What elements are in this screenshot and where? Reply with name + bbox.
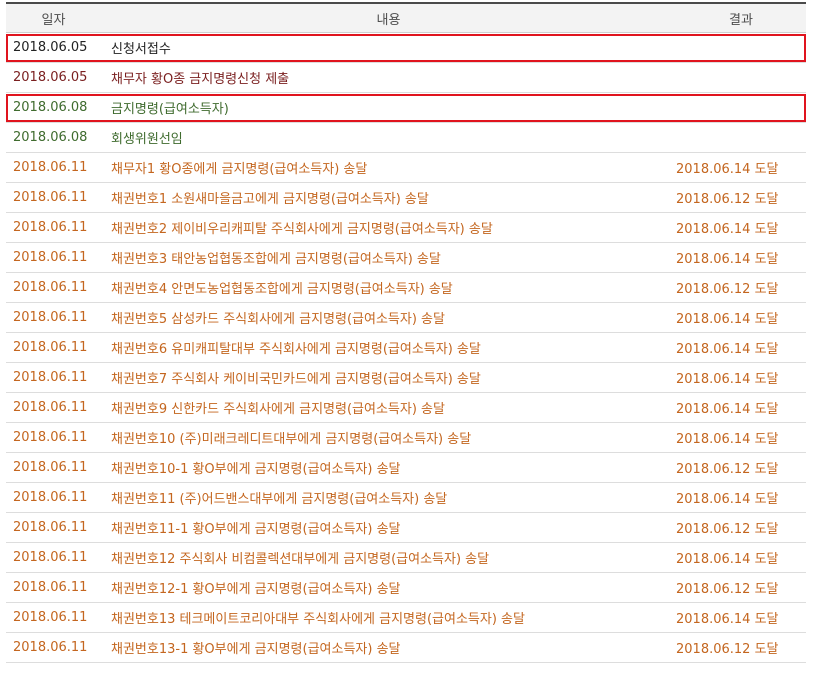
case-progress-panel: 일자 내용 결과 2018.06.05 신청서접수 2018.06.05 채무자 황O…: [0, 0, 820, 674]
row-content: 채권번호12-1 황O부에게 금지명령(급여소득자) 송달: [101, 572, 676, 603]
row-content: 채권번호11-1 황O부에게 금지명령(급여소득자) 송달: [101, 512, 676, 543]
table-row: 2018.06.11 채권번호9 신한카드 주식회사에게 금지명령(급여소득자) …: [6, 392, 806, 423]
row-date: 2018.06.11: [6, 482, 101, 513]
row-content: 채권번호11 (주)어드밴스대부에게 금지명령(급여소득자) 송달: [101, 482, 676, 513]
table-body: 2018.06.05 신청서접수 2018.06.05 채무자 황O종 금지명령신청 …: [6, 32, 806, 663]
row-result: 2018.06.14 도달: [676, 392, 806, 423]
row-content: 채무자1 황O종에게 금지명령(급여소득자) 송달: [101, 152, 676, 183]
row-content: 채권번호13-1 황O부에게 금지명령(급여소득자) 송달: [101, 632, 676, 663]
row-content: 채무자 황O종 금지명령신청 제출: [101, 62, 676, 93]
table-row: 2018.06.05 채무자 황O종 금지명령신청 제출: [6, 62, 806, 93]
row-content: 채권번호4 안면도농업협동조합에게 금지명령(급여소득자) 송달: [101, 272, 676, 303]
row-result: 2018.06.14 도달: [676, 212, 806, 243]
table-row: 2018.06.11 채권번호10 (주)미래크레디트대부에게 금지명령(급여소득…: [6, 422, 806, 453]
table-row: 2018.06.11 채권번호3 태안농업협동조합에게 금지명령(급여소득자) 송…: [6, 242, 806, 273]
row-date: 2018.06.11: [6, 362, 101, 393]
row-content: 채권번호12 주식회사 비컴콜렉션대부에게 금지명령(급여소득자) 송달: [101, 542, 676, 573]
row-content: 채권번호7 주식회사 케이비국민카드에게 금지명령(급여소득자) 송달: [101, 362, 676, 393]
row-date: 2018.06.11: [6, 182, 101, 213]
row-result: 2018.06.12 도달: [676, 632, 806, 663]
table-row: 2018.06.05 신청서접수: [6, 32, 806, 63]
table-row: 2018.06.11 채권번호12 주식회사 비컴콜렉션대부에게 금지명령(급여소…: [6, 542, 806, 573]
row-result: 2018.06.12 도달: [676, 512, 806, 543]
row-date: 2018.06.11: [6, 302, 101, 333]
row-result: [676, 92, 806, 123]
table-row: 2018.06.11 채권번호13-1 황O부에게 금지명령(급여소득자) 송달 2…: [6, 632, 806, 663]
header-date: 일자: [6, 4, 101, 33]
row-result: 2018.06.14 도달: [676, 302, 806, 333]
case-progress-table: 일자 내용 결과 2018.06.05 신청서접수 2018.06.05 채무자 황O…: [6, 4, 806, 663]
row-date: 2018.06.08: [6, 92, 101, 123]
row-date: 2018.06.11: [6, 452, 101, 483]
row-result: 2018.06.14 도달: [676, 422, 806, 453]
row-content: 채권번호9 신한카드 주식회사에게 금지명령(급여소득자) 송달: [101, 392, 676, 423]
row-date: 2018.06.11: [6, 152, 101, 183]
row-date: 2018.06.05: [6, 32, 101, 63]
table-header: 일자 내용 결과: [6, 4, 806, 33]
row-content: 회생위원선임: [101, 122, 676, 153]
row-result: 2018.06.14 도달: [676, 602, 806, 633]
table-row: 2018.06.11 채권번호1 소원새마을금고에게 금지명령(급여소득자) 송달…: [6, 182, 806, 213]
row-content: 금지명령(급여소득자): [101, 92, 676, 123]
row-date: 2018.06.11: [6, 632, 101, 663]
table-row: 2018.06.08 회생위원선임: [6, 122, 806, 153]
row-content: 채권번호1 소원새마을금고에게 금지명령(급여소득자) 송달: [101, 182, 676, 213]
row-date: 2018.06.08: [6, 122, 101, 153]
row-date: 2018.06.11: [6, 242, 101, 273]
row-result: 2018.06.12 도달: [676, 182, 806, 213]
row-result: 2018.06.12 도달: [676, 572, 806, 603]
row-result: [676, 122, 806, 153]
table-row: 2018.06.11 채권번호6 유미캐피탈대부 주식회사에게 금지명령(급여소득…: [6, 332, 806, 363]
row-date: 2018.06.11: [6, 212, 101, 243]
row-content: 채권번호13 테크메이트코리아대부 주식회사에게 금지명령(급여소득자) 송달: [101, 602, 676, 633]
row-content: 채권번호10-1 황O부에게 금지명령(급여소득자) 송달: [101, 452, 676, 483]
table-row: 2018.06.11 채권번호7 주식회사 케이비국민카드에게 금지명령(급여소득…: [6, 362, 806, 393]
table-row: 2018.06.08 금지명령(급여소득자): [6, 92, 806, 123]
row-result: [676, 62, 806, 93]
table-row: 2018.06.11 채권번호5 삼성카드 주식회사에게 금지명령(급여소득자) …: [6, 302, 806, 333]
row-content: 채권번호2 제이비우리캐피탈 주식회사에게 금지명령(급여소득자) 송달: [101, 212, 676, 243]
table-row: 2018.06.11 채권번호13 테크메이트코리아대부 주식회사에게 금지명령(…: [6, 602, 806, 633]
row-content: 채권번호5 삼성카드 주식회사에게 금지명령(급여소득자) 송달: [101, 302, 676, 333]
header-result: 결과: [676, 4, 806, 33]
table-row: 2018.06.11 채권번호10-1 황O부에게 금지명령(급여소득자) 송달 2…: [6, 452, 806, 483]
row-date: 2018.06.11: [6, 422, 101, 453]
row-result: 2018.06.14 도달: [676, 332, 806, 363]
row-date: 2018.06.11: [6, 602, 101, 633]
table-row: 2018.06.11 채무자1 황O종에게 금지명령(급여소득자) 송달 2018.…: [6, 152, 806, 183]
table-row: 2018.06.11 채권번호11-1 황O부에게 금지명령(급여소득자) 송달 2…: [6, 512, 806, 543]
table-row: 2018.06.11 채권번호2 제이비우리캐피탈 주식회사에게 금지명령(급여소…: [6, 212, 806, 243]
row-date: 2018.06.11: [6, 392, 101, 423]
table-row: 2018.06.11 채권번호12-1 황O부에게 금지명령(급여소득자) 송달 2…: [6, 572, 806, 603]
row-date: 2018.06.05: [6, 62, 101, 93]
header-row: 일자 내용 결과: [6, 4, 806, 33]
row-date: 2018.06.11: [6, 542, 101, 573]
row-date: 2018.06.11: [6, 332, 101, 363]
row-date: 2018.06.11: [6, 272, 101, 303]
row-content: 채권번호3 태안농업협동조합에게 금지명령(급여소득자) 송달: [101, 242, 676, 273]
row-content: 신청서접수: [101, 32, 676, 63]
row-result: 2018.06.14 도달: [676, 242, 806, 273]
header-content: 내용: [101, 4, 676, 33]
row-result: 2018.06.14 도달: [676, 542, 806, 573]
row-date: 2018.06.11: [6, 512, 101, 543]
row-result: 2018.06.14 도달: [676, 362, 806, 393]
row-result: 2018.06.14 도달: [676, 482, 806, 513]
table-row: 2018.06.11 채권번호4 안면도농업협동조합에게 금지명령(급여소득자) …: [6, 272, 806, 303]
row-result: 2018.06.12 도달: [676, 452, 806, 483]
row-result: 2018.06.14 도달: [676, 152, 806, 183]
row-result: [676, 32, 806, 63]
row-content: 채권번호6 유미캐피탈대부 주식회사에게 금지명령(급여소득자) 송달: [101, 332, 676, 363]
row-result: 2018.06.12 도달: [676, 272, 806, 303]
row-date: 2018.06.11: [6, 572, 101, 603]
table-row: 2018.06.11 채권번호11 (주)어드밴스대부에게 금지명령(급여소득자)…: [6, 482, 806, 513]
row-content: 채권번호10 (주)미래크레디트대부에게 금지명령(급여소득자) 송달: [101, 422, 676, 453]
